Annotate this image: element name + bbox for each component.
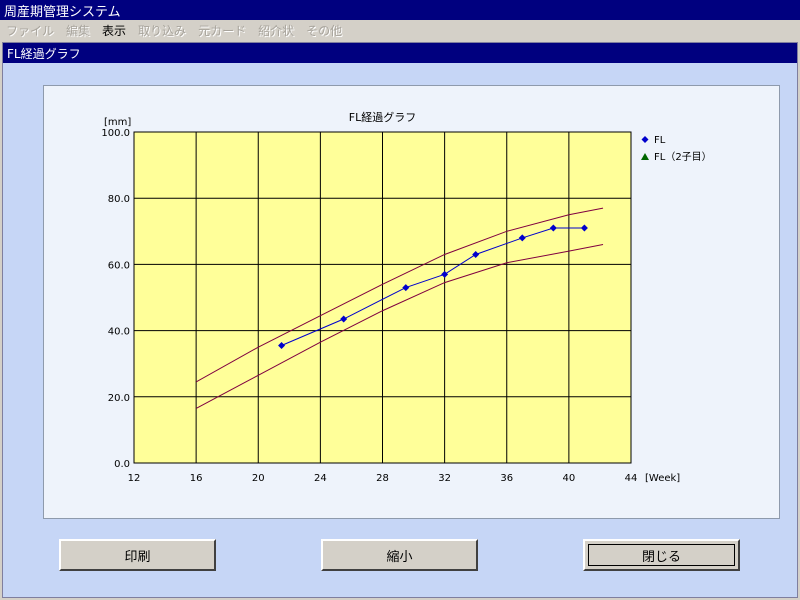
x-tick-label: 12 xyxy=(128,473,141,484)
window-title: 周産期管理システム xyxy=(4,4,121,20)
menu-file[interactable]: ファイル xyxy=(6,22,54,39)
y-axis-label: [mm] xyxy=(104,117,131,128)
menu-view[interactable]: 表示 xyxy=(102,22,126,39)
panel-title: FL経過グラフ xyxy=(7,46,81,61)
y-tick-label: 60.0 xyxy=(108,260,130,271)
y-tick-label: 100.0 xyxy=(101,128,130,139)
window-titlebar: 周産期管理システム xyxy=(0,0,800,20)
legend-marker-fl2 xyxy=(641,153,649,160)
menu-bar: ファイル 編集 表示 取り込み 元カード 紹介状 その他 xyxy=(0,20,800,40)
print-button[interactable]: 印刷 xyxy=(59,539,216,571)
x-tick-label: 24 xyxy=(314,473,327,484)
menu-other[interactable]: その他 xyxy=(306,22,342,39)
y-tick-label: 80.0 xyxy=(108,194,130,205)
x-axis-label: [Week] xyxy=(645,473,680,484)
legend-label-fl2: FL（2子目） xyxy=(654,151,712,163)
menu-source-card[interactable]: 元カード xyxy=(198,22,246,39)
menu-import[interactable]: 取り込み xyxy=(138,22,186,39)
menu-referral[interactable]: 紹介状 xyxy=(258,22,294,39)
chart-frame: 12 16 20 24 28 32 36 40 44 0.0 20.0 40.0 60.0 80.0 100… xyxy=(43,85,780,519)
x-tick-label: 16 xyxy=(190,473,203,484)
close-button[interactable]: 閉じる xyxy=(583,539,740,571)
legend-label-fl: FL xyxy=(654,135,666,146)
x-tick-label: 40 xyxy=(563,473,576,484)
x-tick-label: 28 xyxy=(376,473,389,484)
y-tick-label: 0.0 xyxy=(114,459,130,470)
legend-marker-fl xyxy=(641,136,649,143)
menu-edit[interactable]: 編集 xyxy=(66,22,90,39)
fl-chart: 12 16 20 24 28 32 36 40 44 0.0 20.0 40.0 60.0 80.0 100… xyxy=(101,110,712,484)
chart-title: FL経過グラフ xyxy=(349,110,416,124)
x-tick-label: 44 xyxy=(625,473,638,484)
x-tick-label: 20 xyxy=(252,473,265,484)
shrink-button[interactable]: 縮小 xyxy=(321,539,478,571)
x-tick-label: 32 xyxy=(438,473,451,484)
y-tick-label: 20.0 xyxy=(108,393,130,404)
x-tick-label: 36 xyxy=(500,473,513,484)
y-tick-label: 40.0 xyxy=(108,327,130,338)
panel-title-bar: FL経過グラフ xyxy=(3,43,797,63)
